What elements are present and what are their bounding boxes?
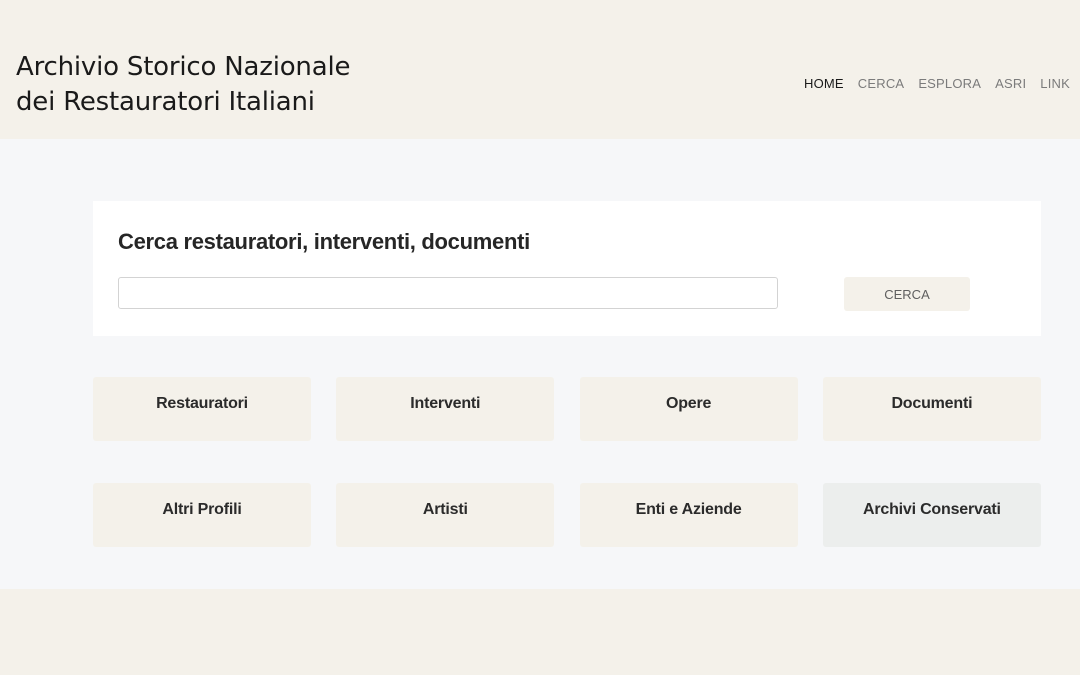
site-title-line-2: dei Restauratori Italiani bbox=[16, 87, 315, 117]
footer bbox=[0, 589, 1080, 675]
search-button[interactable]: CERCA bbox=[844, 277, 970, 311]
category-grid: Restauratori Interventi Opere Documenti … bbox=[93, 377, 1041, 547]
nav-home[interactable]: HOME bbox=[804, 76, 844, 91]
tile-opere[interactable]: Opere bbox=[579, 377, 798, 441]
nav-esplora[interactable]: ESPLORA bbox=[918, 76, 981, 91]
nav-asri[interactable]: ASRI bbox=[995, 76, 1026, 91]
tile-interventi[interactable]: Interventi bbox=[336, 377, 555, 441]
site-header: Archivio Storico Nazionale dei Restaurat… bbox=[0, 0, 1080, 139]
tile-documenti[interactable]: Documenti bbox=[822, 377, 1041, 441]
site-title[interactable]: Archivio Storico Nazionale dei Restaurat… bbox=[16, 50, 350, 120]
search-input[interactable] bbox=[118, 277, 778, 309]
search-title: Cerca restauratori, interventi, document… bbox=[118, 229, 530, 254]
main-content: Cerca restauratori, interventi, document… bbox=[0, 139, 1080, 589]
tile-altri-profili[interactable]: Altri Profili bbox=[93, 483, 311, 547]
site-title-line-1: Archivio Storico Nazionale bbox=[16, 52, 351, 82]
nav-link[interactable]: LINK bbox=[1040, 76, 1070, 91]
tile-restauratori[interactable]: Restauratori bbox=[93, 377, 311, 441]
nav-cerca[interactable]: CERCA bbox=[858, 76, 905, 91]
main-nav: HOME CERCA ESPLORA ASRI LINK bbox=[804, 76, 1070, 91]
tile-enti-e-aziende[interactable]: Enti e Aziende bbox=[579, 483, 798, 547]
tile-artisti[interactable]: Artisti bbox=[336, 483, 555, 547]
tile-archivi-conservati[interactable]: Archivi Conservati bbox=[822, 483, 1041, 547]
search-card: Cerca restauratori, interventi, document… bbox=[93, 201, 1041, 336]
